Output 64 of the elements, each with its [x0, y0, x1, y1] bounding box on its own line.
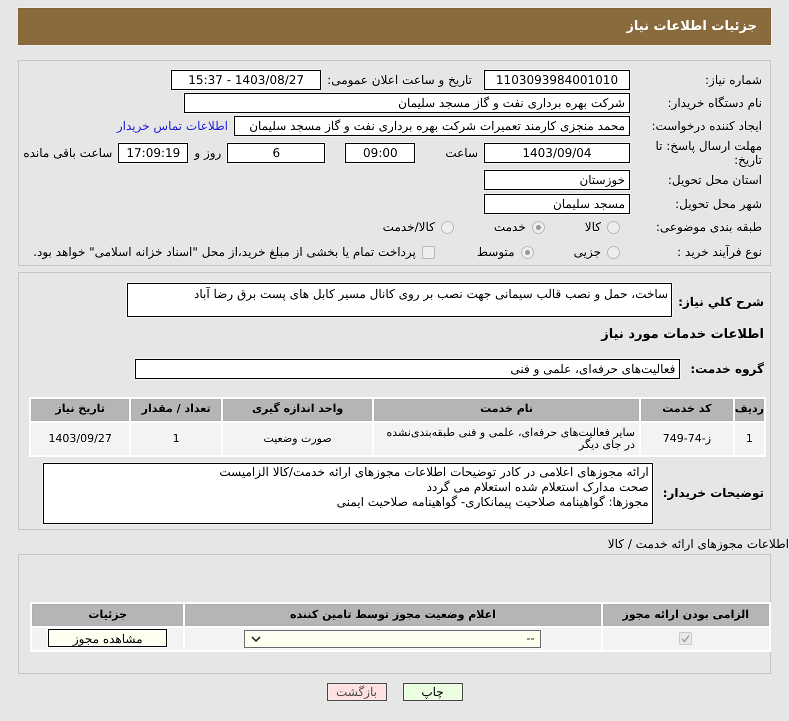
radio-button[interactable] — [607, 220, 620, 234]
column-header: کد خدمت — [640, 398, 734, 422]
input-field[interactable]: 1103093984001010 — [484, 70, 630, 90]
field-label: شهر محل تحویل: — [674, 196, 762, 213]
radio-button[interactable] — [440, 220, 454, 234]
table-cell: صورت وضعیت — [222, 422, 374, 456]
input-field[interactable]: محمد منجزی کارمند تعمیرات شرکت بهره برداری نفت و گاز مسجد سلیمان — [234, 116, 630, 136]
chevron-down-icon — [251, 636, 262, 642]
field-label: طبقه بندی موضوعی: — [654, 219, 762, 236]
table-cell: 1403/09/27 — [30, 422, 130, 456]
field-label: روز و — [194, 145, 222, 162]
option-label: خدمت — [494, 219, 526, 236]
input-field[interactable]: 6 — [227, 143, 326, 164]
field-label: نوع فرآیند خرید : — [676, 244, 762, 262]
contact-link[interactable]: اطلاعات تماس خریدار — [116, 117, 228, 136]
column-header: الزامی بودن ارائه مجوز — [602, 603, 770, 627]
input-field[interactable]: خوزستان — [484, 170, 630, 190]
table-cell: سایر فعالیت‌های حرفه‌ای، علمی و فنی طبقه‌بندی‌نشده در جای دیگر — [373, 422, 640, 456]
section-heading: اطلاعات مجوزهای ارائه خدمت / کالا — [608, 536, 789, 553]
back-button[interactable]: بازگشت — [326, 683, 386, 701]
field-label: تاریخ و ساعت اعلان عمومی: — [327, 72, 472, 89]
field-label: شرح کلي نياز: — [678, 294, 764, 311]
column-header: نام خدمت — [373, 398, 640, 422]
field-label: مهلت ارسال پاسخ: تا تاریخ: — [654, 139, 762, 168]
field-label: توضیحات خریدار: — [662, 485, 764, 502]
column-header: ردیف — [734, 398, 765, 422]
radio-button[interactable] — [607, 246, 620, 259]
field-label: نام دستگاه خریدار: — [666, 94, 762, 112]
input-field[interactable]: 17:09:19 — [118, 143, 188, 164]
table-cell: 1 — [734, 422, 765, 456]
section-heading: اطلاعات خدمات مورد نیاز — [600, 326, 764, 344]
field-label: شماره نیاز: — [704, 72, 762, 89]
field-label: ساعت باقی مانده — [23, 145, 112, 162]
option-label: کالا — [584, 219, 601, 236]
column-header: تعداد / مقدار — [130, 398, 222, 422]
field-label: ساعت — [445, 145, 478, 162]
option-label: متوسط — [476, 244, 515, 262]
input-field[interactable]: مسجد سلیمان — [484, 194, 630, 214]
field-label: استان محل تحویل: — [666, 172, 762, 189]
option-label: جزیی — [574, 244, 601, 262]
column-header: جزئیات — [31, 603, 184, 627]
field-label: پرداخت تمام یا بخشی از مبلغ خرید،از محل "اسناد خزانه اسلامی" خواهد بود. — [33, 244, 416, 262]
column-header: اعلام وضعیت مجوز توسط تامین کننده — [184, 603, 602, 627]
option-label: کالا/خدمت — [382, 219, 435, 236]
input-field[interactable]: 1403/08/27 - 15:37 — [171, 70, 322, 90]
print-button[interactable]: چاپ — [402, 683, 462, 701]
column-header: واحد اندازه گیری — [222, 398, 374, 422]
input-field[interactable]: شرکت بهره برداری نفت و گاز مسجد سلیمان — [184, 92, 630, 113]
table-cell: 1 — [130, 422, 222, 456]
checkbox[interactable] — [422, 246, 435, 259]
column-header: تاریخ نیاز — [30, 398, 130, 422]
status-dropdown[interactable]: -- — [244, 630, 542, 648]
description-textarea[interactable]: ساخت، حمل و نصب قالب سیمانی جهت نصب بر روی کانال مسیر کابل های پست برق رضا آباد — [127, 283, 672, 317]
input-field[interactable]: 1403/09/04 — [484, 143, 630, 164]
radio-button[interactable] — [520, 246, 534, 259]
notes-textarea[interactable]: ارائه مجوزهای اعلامی در کادر توضیحات اطلاعات مجوزهای ارائه خدمت/کالا الزامیست صحت مدارک استعلام شده استعلام می گردد مجوزها: گواهینامه صلاحیت پیمانکاری- گواهینامه صلاحیت ایمنی — [42, 462, 653, 524]
table-cell: ز-74-749 — [640, 422, 734, 456]
field-label: گروه خدمت: — [690, 360, 764, 378]
radio-button[interactable] — [532, 220, 545, 234]
input-field[interactable]: فعالیت‌های حرفه‌ای، علمی و فنی — [135, 358, 680, 378]
page-title: جزئیات اطلاعات نیاز — [626, 18, 757, 36]
input-field[interactable]: 09:00 — [345, 143, 416, 164]
field-label: ایجاد کننده درخواست: — [650, 118, 762, 136]
view-permit-button[interactable]: مشاهده مجوز — [48, 629, 168, 648]
